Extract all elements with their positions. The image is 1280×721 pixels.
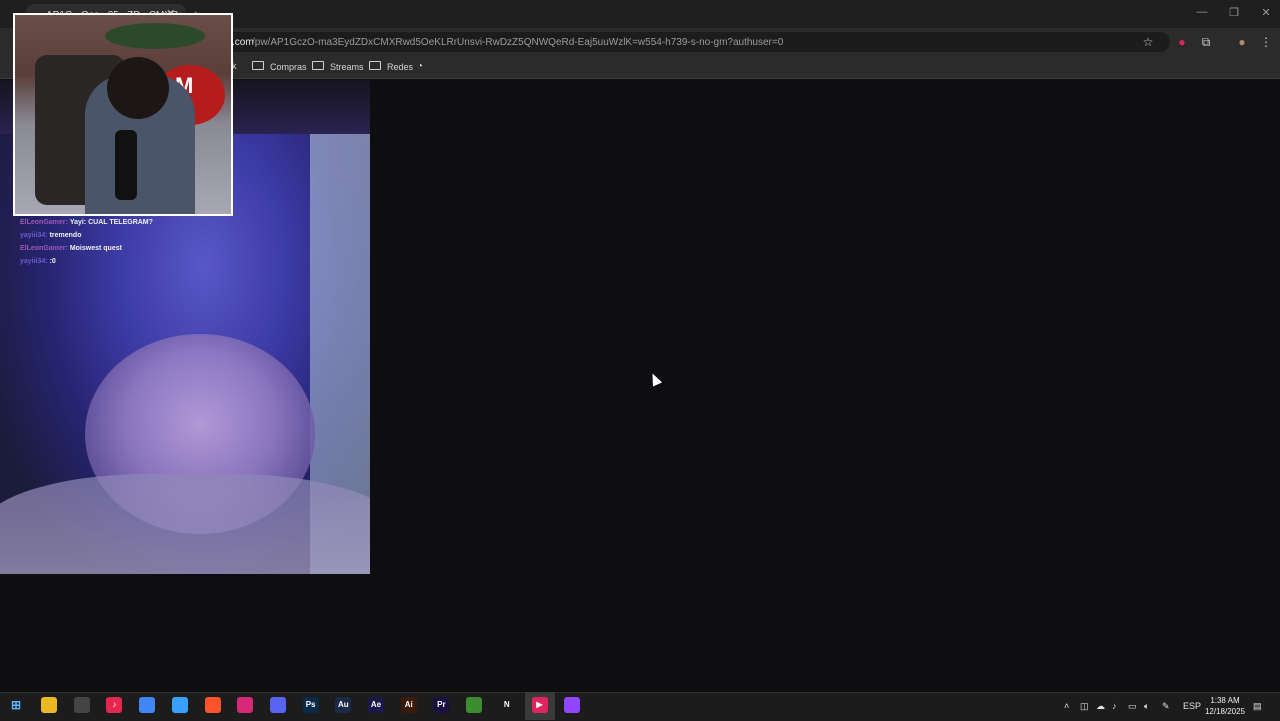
start-button-icon[interactable]: ⊞ xyxy=(8,697,24,713)
minecraft-icon[interactable] xyxy=(466,697,483,713)
extensions-puzzle-icon[interactable]: ⧉ xyxy=(1197,33,1215,51)
audition-icon[interactable]: Au xyxy=(335,697,352,713)
tiktok-icon[interactable]: ♪ xyxy=(106,697,123,713)
chat-message: ElLeonGamer: Yayi: CUAL TELEGRAM? xyxy=(20,216,220,229)
taskbar-clock[interactable]: 1:38 AM 12/18/2025 xyxy=(1200,695,1250,717)
chat-username: ElLeonGamer: xyxy=(20,219,68,226)
clock-date: 12/18/2025 xyxy=(1204,707,1246,716)
capture-icon[interactable] xyxy=(73,697,90,713)
chrome-icon[interactable] xyxy=(139,697,156,713)
file-explorer-icon[interactable] xyxy=(41,697,57,713)
netflix-icon[interactable]: N xyxy=(498,697,515,713)
close-button[interactable]: ✕ xyxy=(1254,6,1278,19)
media-player-icon[interactable]: ▶ xyxy=(531,697,548,713)
menu-kebab-icon[interactable]: ⋮ xyxy=(1257,33,1275,51)
folder-icon xyxy=(252,61,264,70)
photoshop-icon[interactable]: Ps xyxy=(302,697,319,713)
obs-icon[interactable] xyxy=(564,697,581,713)
volume-icon[interactable]: 🔈︎ xyxy=(1144,701,1149,712)
tray-app-icon[interactable]: ◫ xyxy=(1080,701,1089,712)
microphone-icon[interactable]: ♪ xyxy=(1112,701,1117,711)
chat-username: yayiii34: xyxy=(20,232,48,239)
extension-record-icon[interactable]: ● xyxy=(1173,33,1191,51)
discord-icon[interactable] xyxy=(269,697,286,713)
illustrator-icon[interactable]: Ai xyxy=(400,697,417,713)
microphone xyxy=(115,130,137,200)
url-path: /pw/AP1GczO-ma3EydZDxCMXRwd5OeKLRrUnsvi-… xyxy=(252,37,784,48)
folder-icon xyxy=(369,61,381,70)
notifications-icon[interactable]: ▤ xyxy=(1253,701,1262,712)
network-icon[interactable]: ▭ xyxy=(1128,701,1137,712)
bookmark-site-icon[interactable]: ◔ xyxy=(417,61,423,72)
profile-avatar-icon[interactable]: ● xyxy=(1233,33,1251,51)
pen-icon[interactable]: ✎ xyxy=(1162,701,1170,712)
language-indicator[interactable]: ESP xyxy=(1183,701,1201,711)
tray-chevron-icon[interactable]: ˄ xyxy=(1064,701,1069,711)
instagram-icon[interactable] xyxy=(237,697,254,713)
after-effects-icon[interactable]: Ae xyxy=(368,697,384,713)
chat-message: ElLeonGamer: Moiswest quest xyxy=(20,242,220,255)
url-domain: .com xyxy=(232,37,254,48)
chat-message: yayiii34: tremendo xyxy=(20,229,220,242)
stream-chat: ElLeonGamer: Yayi: CUAL TELEGRAM? yayiii… xyxy=(20,216,220,268)
webcam-overlay: M xyxy=(13,13,233,216)
restore-button[interactable]: ❐ xyxy=(1222,6,1246,19)
copilot-icon[interactable] xyxy=(171,697,188,713)
chat-username: ElLeonGamer: xyxy=(20,245,68,252)
folder-icon xyxy=(312,61,324,70)
brave-icon[interactable] xyxy=(204,697,221,713)
chat-text: Yayi: CUAL TELEGRAM? xyxy=(69,219,153,226)
chat-username: yayiii34: xyxy=(20,258,48,265)
chat-text: Moiswest quest xyxy=(69,245,122,252)
bookmark-redes[interactable]: Redes xyxy=(369,61,413,72)
bookmark-compras[interactable]: Compras xyxy=(252,61,307,72)
chat-message: yayiii34: :0 xyxy=(20,255,220,268)
minimize-button[interactable]: — xyxy=(1190,6,1214,18)
clock-time: 1:38 AM xyxy=(1210,696,1240,705)
bookmark-streams[interactable]: Streams xyxy=(312,61,364,72)
chat-text: :0 xyxy=(49,258,56,265)
premiere-icon[interactable]: Pr xyxy=(433,697,450,713)
onedrive-icon[interactable]: ☁ xyxy=(1096,701,1105,712)
chat-text: tremendo xyxy=(49,232,82,239)
bookmark-star-icon[interactable]: ☆ xyxy=(1139,33,1157,51)
